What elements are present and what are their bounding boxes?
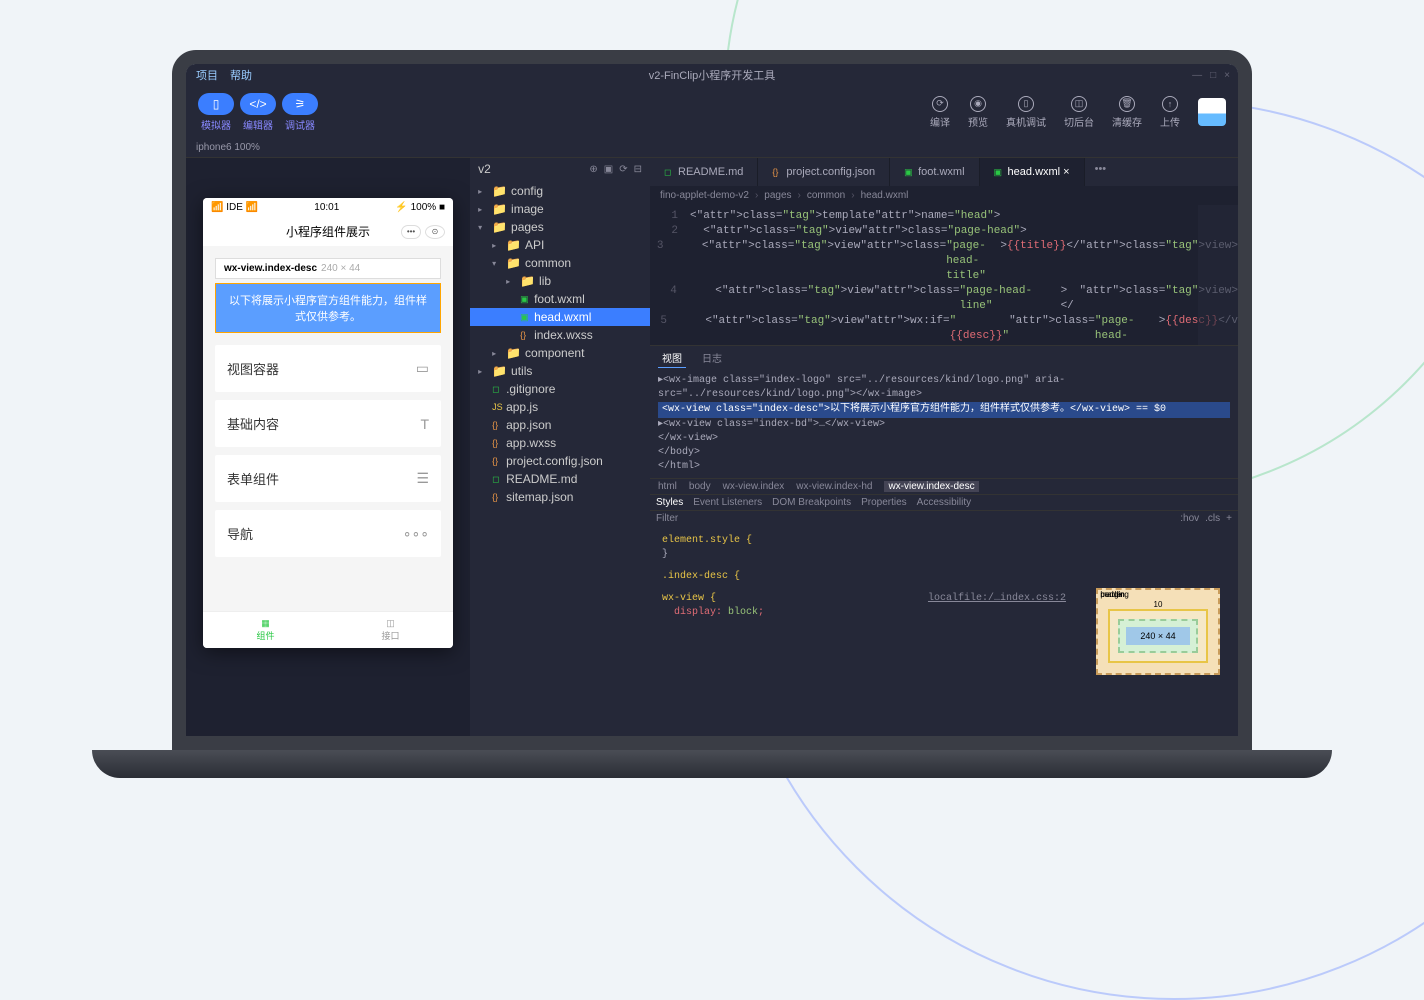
toolbar: ▯ 模拟器 </> 编辑器 ⚞ 调试器 ⟳编译 ◉预览 ▯真机调试 [186,86,1238,138]
dom-crumb-item[interactable]: body [689,481,711,492]
minimap[interactable] [1198,205,1238,345]
inspector-tooltip: wx-view.index-desc240 × 44 [215,258,441,279]
tree-file[interactable]: JSapp.js [470,398,650,416]
tree-file[interactable]: {}index.wxss [470,326,650,344]
highlighted-element[interactable]: 以下将展示小程序官方组件能力，组件样式仅供参考。 [215,283,441,333]
tab-component[interactable]: ▦组件 [203,612,328,648]
styles-subtab[interactable]: Event Listeners [693,497,762,508]
cls-toggle[interactable]: .cls [1205,513,1220,524]
box-model: margin 10 border padding 240 × 44 [1078,526,1238,736]
debugger-button[interactable]: ⚞ [282,93,318,115]
dom-breadcrumb[interactable]: html body wx-view.index wx-view.index-hd wx-… [650,478,1238,495]
tree-file[interactable]: {}app.json [470,416,650,434]
styles-subtab[interactable]: DOM Breakpoints [772,497,851,508]
simulator-panel: 📶 IDE 📶 10:01 ⚡ 100% ■ 小程序组件展示 ••• ⊙ [186,158,470,736]
tabs-overflow-icon[interactable]: ••• [1085,158,1117,186]
tree-file[interactable]: ▣foot.wxml [470,290,650,308]
upload-button[interactable]: ↑上传 [1160,96,1180,129]
styles-subtab[interactable]: Styles [656,497,683,508]
editor-tab[interactable]: {} project.config.json [758,158,890,186]
capsule-menu-icon[interactable]: ••• [401,225,421,239]
add-rule-icon[interactable]: + [1226,513,1232,524]
dom-crumb-item[interactable]: wx-view.index [723,481,785,492]
devtools-panel: 视图 日志 ▸<wx-image class="index-logo" src=… [650,345,1238,736]
app-title: 小程序组件展示 [286,223,370,240]
file-tree-panel: v2 ⊕ ▣ ⟳ ⊟ ▸📁config▸📁image▾📁pages▸📁API▾📁… [470,158,650,736]
styles-pane[interactable]: element.style {}.index-desc {</span></di… [650,526,1078,736]
editor-tab[interactable]: ◻ README.md [650,158,758,186]
hov-toggle[interactable]: :hov [1180,513,1199,524]
tree-file[interactable]: {}sitemap.json [470,488,650,506]
menu-item[interactable]: 导航∘∘∘ [215,510,441,557]
dom-inspector[interactable]: ▸<wx-image class="index-logo" src="../re… [650,370,1238,478]
new-file-icon[interactable]: ⊕ [589,164,597,175]
compile-button[interactable]: ⟳编译 [930,96,950,129]
preview-button[interactable]: ◉预览 [968,96,988,129]
editor-panel: ◻ README.md{} project.config.json▣ foot.… [650,158,1238,736]
styles-subtab[interactable]: Accessibility [917,497,971,508]
close-icon[interactable]: × [1224,70,1230,81]
tree-file[interactable]: ◻README.md [470,470,650,488]
phone-simulator: 📶 IDE 📶 10:01 ⚡ 100% ■ 小程序组件展示 ••• ⊙ [203,198,453,648]
tree-root[interactable]: v2 [478,162,491,176]
new-folder-icon[interactable]: ▣ [604,164,613,175]
tree-file[interactable]: {}app.wxss [470,434,650,452]
menu-item[interactable]: 表单组件☰ [215,455,441,502]
tree-folder[interactable]: ▸📁component [470,344,650,362]
menu-project[interactable]: 项目 [196,67,218,83]
titlebar: 项目 帮助 v2-FinClip小程序开发工具 — □ × [186,64,1238,86]
maximize-icon[interactable]: □ [1210,70,1216,81]
collapse-icon[interactable]: ⊟ [634,164,642,175]
refresh-icon[interactable]: ⟳ [619,164,627,175]
tree-folder[interactable]: ▸📁utils [470,362,650,380]
tab-api[interactable]: ◫接口 [328,612,453,648]
background-button[interactable]: ◫切后台 [1064,96,1094,129]
devtools-tab-console[interactable]: 日志 [698,348,726,368]
dom-crumb-item[interactable]: wx-view.index-desc [884,481,978,492]
device-zoom[interactable]: iphone6 100% [196,142,260,153]
tree-folder[interactable]: ▸📁lib [470,272,650,290]
code-editor[interactable]: 1<"attr">class="tag">template "attr">nam… [650,205,1238,345]
tree-folder[interactable]: ▸📁image [470,200,650,218]
menu-item[interactable]: 基础内容T [215,400,441,447]
menu-item[interactable]: 视图容器▭ [215,345,441,392]
tree-folder[interactable]: ▾📁pages [470,218,650,236]
tree-file[interactable]: ▣head.wxml [470,308,650,326]
window-title: v2-FinClip小程序开发工具 [649,67,776,83]
tree-folder[interactable]: ▸📁API [470,236,650,254]
menu-help[interactable]: 帮助 [230,67,252,83]
devtools-tab-elements[interactable]: 视图 [658,348,686,368]
capsule-close-icon[interactable]: ⊙ [425,225,445,239]
dom-crumb-item[interactable]: html [658,481,677,492]
phone-statusbar: 📶 IDE 📶 10:01 ⚡ 100% ■ [203,198,453,217]
laptop-frame: 项目 帮助 v2-FinClip小程序开发工具 — □ × ▯ 模拟器 [172,50,1252,778]
dom-crumb-item[interactable]: wx-view.index-hd [796,481,872,492]
statusbar: iphone6 100% [186,138,1238,158]
editor-tab[interactable]: ▣ head.wxml × [980,158,1085,186]
styles-subtab[interactable]: Properties [861,497,907,508]
simulator-button[interactable]: ▯ [198,93,234,115]
tree-folder[interactable]: ▾📁common [470,254,650,272]
clear-cache-button[interactable]: 🗑清缓存 [1112,96,1142,129]
editor-button[interactable]: </> [240,93,276,115]
editor-tab[interactable]: ▣ foot.wxml [890,158,979,186]
phone-header: 小程序组件展示 ••• ⊙ [203,217,453,246]
tree-file[interactable]: ◻.gitignore [470,380,650,398]
tree-file[interactable]: {}project.config.json [470,452,650,470]
styles-filter-input[interactable]: Filter [656,513,678,524]
minimize-icon[interactable]: — [1192,70,1202,81]
tree-folder[interactable]: ▸📁config [470,182,650,200]
ide-window: 项目 帮助 v2-FinClip小程序开发工具 — □ × ▯ 模拟器 [186,64,1238,736]
avatar[interactable] [1198,98,1226,126]
breadcrumb[interactable]: fino-applet-demo-v2›pages›common›head.wx… [650,186,1238,205]
device-debug-button[interactable]: ▯真机调试 [1006,96,1046,129]
